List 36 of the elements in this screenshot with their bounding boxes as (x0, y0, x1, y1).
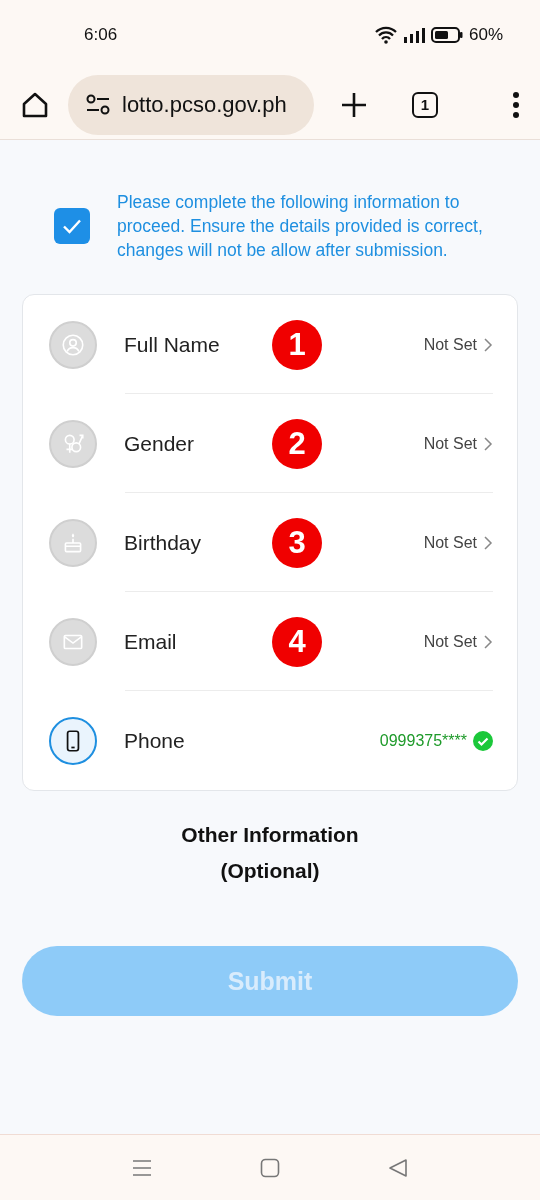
number-badge: 3 (272, 517, 322, 568)
field-label: Full Name (124, 332, 221, 357)
clock-time: 6:06 (84, 25, 118, 45)
number-badge: 2 (272, 418, 322, 469)
field-label: Birthday (124, 530, 203, 555)
number-badge: 4 (272, 616, 322, 667)
chevron-right-icon[interactable] (483, 633, 493, 650)
section-subtitle: (Optional) (219, 858, 321, 884)
field-label: Gender (124, 431, 196, 456)
back-icon[interactable] (388, 1157, 408, 1178)
field-label: Phone (124, 728, 186, 753)
battery-icon (430, 27, 463, 43)
notice-text: Please complete the following information to proceed. Ensure the details provided is correct, changes will not be allow after submission. (117, 191, 484, 262)
field-value: Not Set (423, 533, 477, 552)
section-title: Other Information (180, 822, 360, 848)
chevron-right-icon[interactable] (483, 435, 493, 452)
number-badge: 1 (272, 319, 322, 370)
home-button-icon[interactable] (260, 1157, 280, 1178)
site-settings-icon[interactable] (86, 93, 110, 116)
field-label: Email (124, 629, 178, 654)
chevron-right-icon[interactable] (483, 336, 493, 353)
wifi-icon (374, 26, 397, 44)
field-value: 0999375**** (379, 731, 467, 750)
checkbox[interactable] (54, 208, 90, 244)
tab-count-button[interactable]: 1 (412, 91, 438, 118)
field-value: Not Set (423, 434, 477, 453)
add-tab-icon[interactable] (340, 90, 368, 119)
address-bar[interactable]: lotto.pcso.gov.ph (68, 74, 314, 135)
field-value: Not Set (423, 335, 477, 354)
signal-icon (402, 27, 425, 43)
battery-percent: 60% (468, 25, 503, 45)
field-value: Not Set (423, 632, 477, 651)
more-menu-icon[interactable] (512, 90, 520, 119)
person-icon (60, 331, 86, 358)
menu-icon[interactable] (132, 1158, 152, 1177)
chevron-right-icon[interactable] (483, 534, 493, 551)
